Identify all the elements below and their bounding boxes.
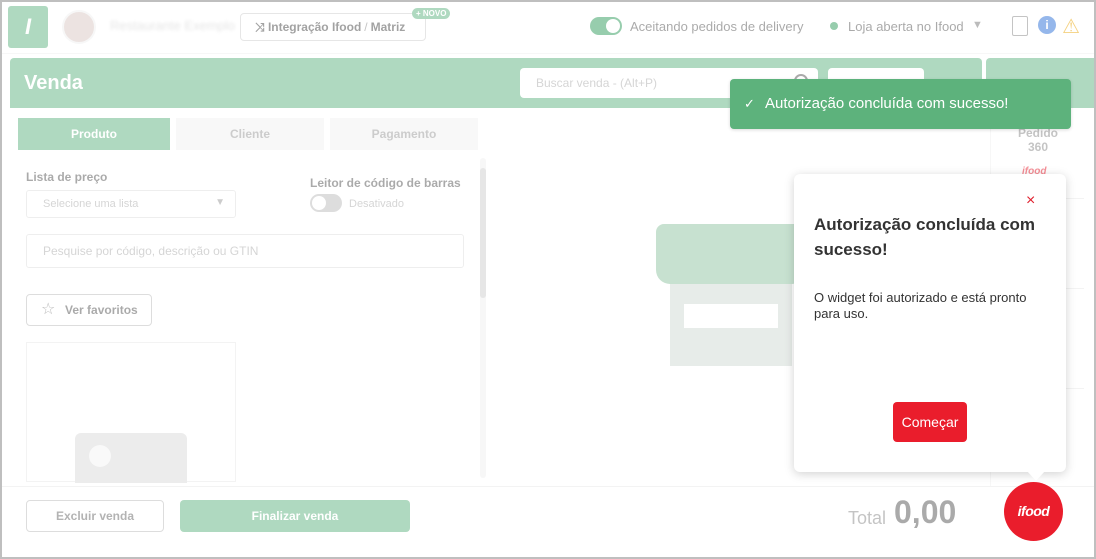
authorization-dialog: × Autorização concluída com sucesso! O w… xyxy=(794,174,1066,481)
toast-message: Autorização concluída com sucesso! xyxy=(765,95,1009,112)
app-window: I Restaurante Exemplo ⤨ Integração Ifood… xyxy=(0,0,1096,559)
ifood-widget-button[interactable]: ifood xyxy=(1004,482,1063,541)
success-toast: ✓ Autorização concluída com sucesso! xyxy=(730,79,1071,129)
start-button[interactable]: Começar xyxy=(893,402,967,442)
check-icon: ✓ xyxy=(744,96,755,111)
dialog-title: Autorização concluída com sucesso! xyxy=(814,215,1036,259)
dialog-body: O widget foi autorizado e está pronto pa… xyxy=(814,290,1027,321)
close-icon[interactable]: × xyxy=(1026,192,1035,210)
